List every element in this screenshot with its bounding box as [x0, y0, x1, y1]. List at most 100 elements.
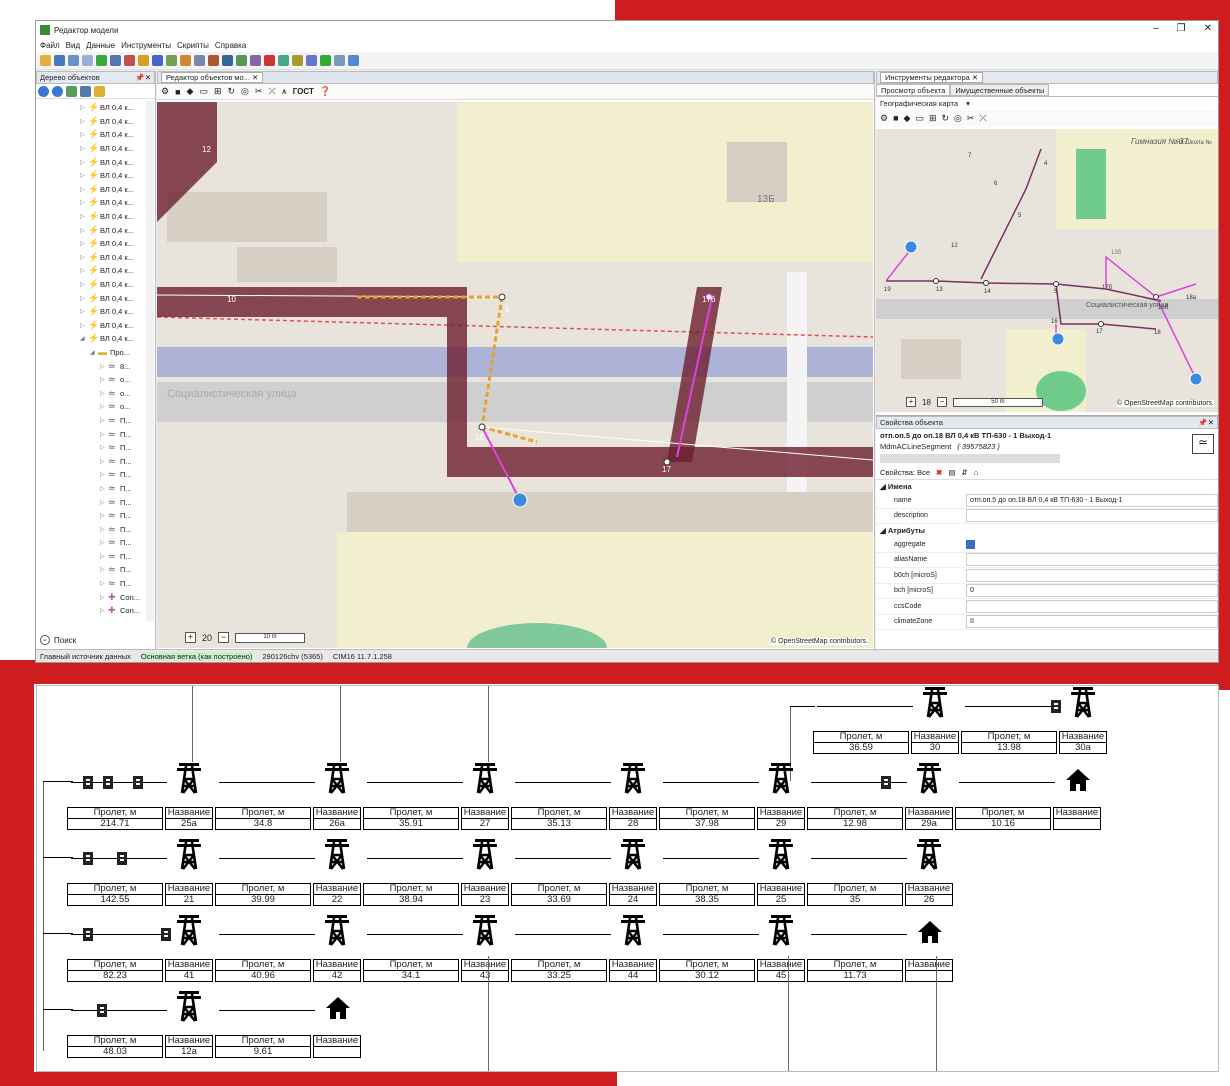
power-tower-icon[interactable] — [620, 914, 646, 946]
prop-value-description[interactable] — [966, 509, 1218, 523]
expand-icon[interactable]: ▷ — [80, 145, 88, 152]
expand-icon[interactable]: ▷ — [100, 390, 108, 397]
house-icon[interactable] — [1065, 768, 1091, 792]
arrow-icon[interactable] — [152, 55, 163, 66]
tree-item[interactable]: ▷ ✚ Con... — [36, 604, 156, 618]
tree-item[interactable]: ▷ ≃ П... — [36, 509, 156, 523]
restore-button[interactable]: ❐ — [1177, 23, 1186, 34]
help-icon[interactable]: ❓ — [320, 86, 331, 97]
tree-item[interactable]: ▷ ≃ о... — [36, 386, 156, 400]
tree-item[interactable]: ▷ ≃ П... — [36, 563, 156, 577]
expand-icon[interactable]: ▷ — [100, 363, 108, 370]
fuse-icon[interactable] — [83, 852, 93, 865]
tree-item[interactable]: ▷ ⚡ ВЛ 0,4 к... — [36, 319, 156, 333]
menu-file[interactable]: Файл — [40, 41, 60, 50]
tree-item[interactable]: ◢ ⚡ ВЛ 0,4 к... — [36, 332, 156, 346]
rotate-icon[interactable]: ↻ — [942, 113, 950, 124]
expand-icon[interactable]: ▷ — [100, 539, 108, 546]
power-tower-icon[interactable] — [472, 838, 498, 870]
expand-icon[interactable]: ▷ — [80, 118, 88, 125]
expand-icon[interactable]: ▷ — [100, 580, 108, 587]
mini-zoom-out-button[interactable]: − — [936, 397, 947, 407]
tree-item[interactable]: ▷ ✚ Con... — [36, 590, 156, 604]
zoom-in-button[interactable]: + — [185, 632, 196, 643]
expand-icon[interactable]: ▷ — [80, 254, 88, 261]
tree-item[interactable]: ▷ ≃ П... — [36, 577, 156, 591]
prop-value-name[interactable]: отп.оп.5 до оп.18 ВЛ 0,4 кВ ТП-630 - 1 В… — [966, 493, 1218, 507]
power-tower-icon[interactable] — [324, 838, 350, 870]
tree-item[interactable]: ▷ ⚡ ВЛ 0,4 к... — [36, 169, 156, 183]
group-names[interactable]: ◢ Имена — [876, 480, 1218, 493]
power-tower-icon[interactable] — [176, 990, 202, 1022]
expand-icon[interactable]: ▷ — [100, 566, 108, 573]
tree-item[interactable]: ▷ ⚡ ВЛ 0,4 к... — [36, 142, 156, 156]
tree-item[interactable]: ▷ ≃ 8... — [36, 359, 156, 373]
favorites-icon[interactable] — [94, 86, 105, 97]
fuse-icon[interactable] — [881, 776, 891, 789]
report-icon[interactable] — [194, 55, 205, 66]
tree-item[interactable]: ▷ ≃ о... — [36, 400, 156, 414]
diamond-icon[interactable] — [348, 55, 359, 66]
power-tower-icon[interactable] — [176, 838, 202, 870]
status-file[interactable]: 290126chv (5365) — [262, 652, 322, 661]
save-icon[interactable] — [54, 55, 65, 66]
settings-icon[interactable]: ⚙ — [880, 113, 888, 124]
tree-item[interactable]: ▷ ⚡ ВЛ 0,4 к... — [36, 155, 156, 169]
undo-icon[interactable] — [68, 55, 79, 66]
menu-scripts[interactable]: Скрипты — [177, 41, 209, 50]
tree-item[interactable]: ▷ ≃ П... — [36, 522, 156, 536]
tree-item[interactable]: ▷ ≃ П... — [36, 468, 156, 482]
mini-zoom-in-button[interactable]: + — [906, 397, 916, 407]
tree-item[interactable]: ▷ ⚡ ВЛ 0,4 к... — [36, 128, 156, 142]
zoom-out-button[interactable]: − — [218, 632, 230, 643]
expand-icon[interactable]: ▷ — [100, 417, 108, 424]
expand-icon[interactable]: ▷ — [80, 186, 88, 193]
expand-icon[interactable]: ◢ — [80, 335, 88, 342]
expand-icon[interactable]: ▷ — [100, 471, 108, 478]
sync-icon[interactable] — [278, 55, 289, 66]
menu-data[interactable]: Данные — [86, 41, 115, 50]
split-icon[interactable]: ⤫ — [979, 113, 986, 124]
tree-item[interactable]: ▷ ⚡ ВЛ 0,4 к... — [36, 183, 156, 197]
tree-item[interactable]: ▷ ⚡ ВЛ 0,4 к... — [36, 101, 156, 115]
expand-icon[interactable]: ▷ — [80, 159, 88, 166]
expand-icon[interactable]: ▷ — [100, 526, 108, 533]
expand-icon[interactable]: ▷ — [100, 607, 108, 614]
window-icon[interactable] — [334, 55, 345, 66]
split-icon[interactable]: ⤫ — [268, 86, 275, 97]
expand-icon[interactable]: ▷ — [80, 281, 88, 288]
minimize-button[interactable]: – — [1153, 23, 1159, 34]
expand-icon[interactable]: ▷ — [100, 376, 108, 383]
list-icon[interactable]: ▤ — [948, 468, 955, 477]
pin-icon[interactable]: 📌✕ — [135, 73, 151, 82]
expand-icon[interactable]: ▷ — [80, 267, 88, 274]
grid-icon[interactable]: ⊞ — [929, 113, 937, 124]
power-tower-icon[interactable] — [916, 762, 942, 794]
expand-icon[interactable]: ▷ — [80, 131, 88, 138]
power-tower-icon[interactable] — [324, 914, 350, 946]
tag-icon[interactable] — [124, 55, 135, 66]
expand-icon[interactable]: ◢ — [90, 349, 98, 356]
prop-value-climatezone[interactable]: II — [966, 615, 1218, 629]
home-icon[interactable]: ⌂ — [974, 468, 979, 477]
power-tower-icon[interactable] — [176, 914, 202, 946]
tree-item[interactable]: ▷ ⚡ ВЛ 0,4 к... — [36, 196, 156, 210]
tree-item[interactable]: ▷ ⚡ ВЛ 0,4 к... — [36, 251, 156, 265]
tree-item[interactable]: ▷ ⚡ ВЛ 0,4 к... — [36, 210, 156, 224]
chart-icon[interactable] — [166, 55, 177, 66]
power-tower-icon[interactable] — [620, 762, 646, 794]
grid-icon[interactable] — [320, 55, 331, 66]
expand-icon[interactable]: ▷ — [80, 308, 88, 315]
layers-icon[interactable]: ◆ — [904, 113, 911, 124]
cut-icon[interactable]: ✂ — [255, 86, 263, 97]
globe-icon[interactable] — [222, 55, 233, 66]
tree-item[interactable]: ▷ ≃ П... — [36, 495, 156, 509]
power-tower-icon[interactable] — [916, 838, 942, 870]
menu-view[interactable]: Вид — [66, 41, 80, 50]
power-tower-icon[interactable] — [472, 914, 498, 946]
open-icon[interactable] — [40, 55, 51, 66]
gost-label[interactable]: ГОСТ — [293, 87, 314, 96]
power-tower-icon[interactable] — [922, 686, 948, 718]
expand-icon[interactable]: ▷ — [100, 594, 108, 601]
power-tower-icon[interactable] — [768, 762, 794, 794]
